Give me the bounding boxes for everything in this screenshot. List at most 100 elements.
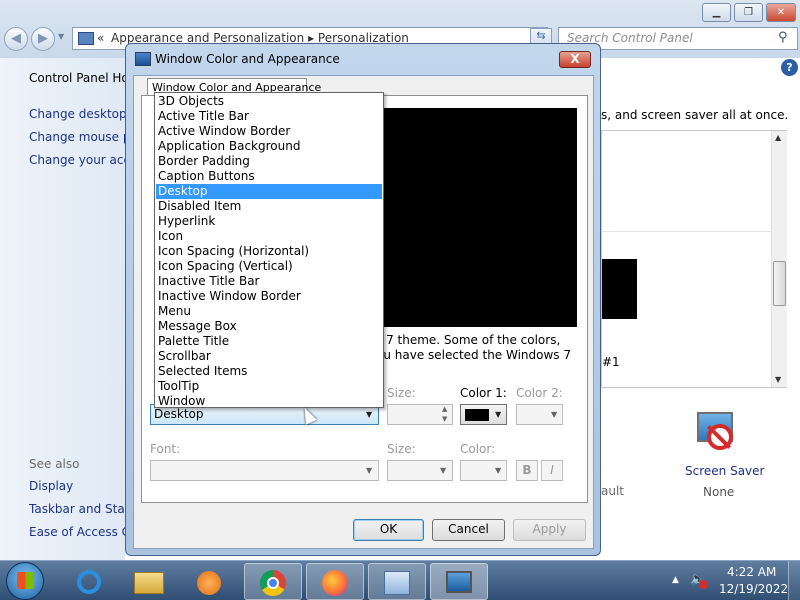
personalization-logo: [446, 571, 472, 593]
size-label: Size:: [387, 386, 416, 400]
back-button[interactable]: ◀: [4, 27, 28, 51]
change-desktop-icons-link[interactable]: Change desktop ic: [29, 107, 140, 121]
breadcrumb-overflow[interactable]: «: [97, 31, 104, 45]
scroll-down-icon[interactable]: ▼: [775, 375, 781, 384]
spinner-down-icon[interactable]: ▼: [442, 415, 447, 423]
screen-saver-icon[interactable]: [693, 410, 739, 456]
volume-muted-icon[interactable]: 🔈: [690, 572, 708, 590]
muted-badge: [699, 580, 708, 589]
color2-label: Color 2:: [516, 386, 563, 400]
item-option-palette-title[interactable]: Palette Title: [156, 334, 382, 349]
item-option-desktop[interactable]: Desktop: [156, 184, 382, 199]
taskbar: ▲ 🔈 4:22 AM 12/19/2022: [0, 560, 800, 600]
color1-label: Color 1:: [460, 386, 507, 400]
themes-scrollbar[interactable]: ▲ ▼: [771, 131, 787, 387]
item-option-inactive-window-border[interactable]: Inactive Window Border: [156, 289, 382, 304]
item-option-border-padding[interactable]: Border Padding: [156, 154, 382, 169]
spinner-up-icon[interactable]: ▲: [442, 405, 447, 413]
theme-number-label: #1: [602, 355, 620, 369]
minimize-button[interactable]: ▁: [702, 3, 731, 22]
color1-picker[interactable]: ▼: [460, 404, 507, 425]
item-option-active-window-border[interactable]: Active Window Border: [156, 124, 382, 139]
ie-logo: [77, 570, 101, 594]
item-option-inactive-title-bar[interactable]: Inactive Title Bar: [156, 274, 382, 289]
change-mouse-pointers-link[interactable]: Change mouse po: [29, 130, 138, 144]
show-hidden-icons[interactable]: ▲: [672, 575, 679, 585]
windows-logo-icon: [17, 572, 34, 589]
apply-button[interactable]: Apply: [513, 519, 586, 541]
chrome-logo: [260, 570, 286, 596]
internet-explorer-icon[interactable]: [60, 563, 118, 600]
info-text-line2: ou have selected the Windows 7: [376, 348, 572, 362]
chrome-icon[interactable]: [244, 563, 302, 600]
file-explorer-icon[interactable]: [120, 563, 178, 600]
item-option-active-title-bar[interactable]: Active Title Bar: [156, 109, 382, 124]
clock-date[interactable]: 12/19/2022: [719, 582, 788, 596]
item-option-message-box[interactable]: Message Box: [156, 319, 382, 334]
item-size-spinner[interactable]: ▲ ▼: [387, 404, 453, 425]
item-option-disabled-item[interactable]: Disabled Item: [156, 199, 382, 214]
item-option-3d-objects[interactable]: 3D Objects: [156, 94, 382, 109]
maximize-button[interactable]: ❐: [734, 3, 763, 22]
chrome-logo-center: [267, 577, 279, 589]
recent-pages-icon[interactable]: ▼: [58, 32, 64, 41]
control-panel-logo: [384, 571, 410, 595]
help-icon[interactable]: ?: [781, 59, 798, 76]
item-option-icon-spacing-horizontal[interactable]: Icon Spacing (Horizontal): [156, 244, 382, 259]
item-option-application-background[interactable]: Application Background: [156, 139, 382, 154]
item-option-selected-items[interactable]: Selected Items: [156, 364, 382, 379]
item-option-scrollbar[interactable]: Scrollbar: [156, 349, 382, 364]
item-option-caption-buttons[interactable]: Caption Buttons: [156, 169, 382, 184]
ok-button[interactable]: OK: [353, 519, 424, 541]
font-color-picker[interactable]: ▼: [460, 460, 507, 481]
scroll-up-icon[interactable]: ▲: [775, 133, 781, 142]
theme-thumbnail[interactable]: [602, 259, 637, 319]
font-size-arrow-icon: ▼: [440, 466, 447, 475]
item-option-icon-spacing-vertical[interactable]: Icon Spacing (Vertical): [156, 259, 382, 274]
dialog-icon: [135, 52, 151, 66]
see-also-heading: See also: [29, 457, 80, 471]
color2-picker[interactable]: ▼: [516, 404, 563, 425]
change-account-picture-link[interactable]: Change your acco: [29, 153, 137, 167]
item-option-window[interactable]: Window: [156, 394, 382, 409]
font-size-label: Size:: [387, 442, 416, 456]
font-label: Font:: [150, 442, 181, 456]
theme-divider: [602, 231, 772, 232]
search-icon[interactable]: ⚲: [778, 30, 788, 45]
color1-swatch: [465, 409, 489, 421]
forward-button[interactable]: ▶: [31, 27, 55, 51]
screen-saver-link[interactable]: Screen Saver: [685, 464, 764, 478]
item-option-tooltip[interactable]: ToolTip: [156, 379, 382, 394]
media-player-shape: [197, 571, 221, 595]
bold-button[interactable]: B: [516, 460, 538, 481]
screen-saver-value: None: [703, 485, 735, 499]
item-option-hyperlink[interactable]: Hyperlink: [156, 214, 382, 229]
control-panel-taskbar-icon[interactable]: [368, 563, 426, 600]
display-link[interactable]: Display: [29, 479, 73, 493]
item-select-arrow-icon: ▼: [366, 410, 373, 419]
media-player-icon[interactable]: [180, 563, 238, 600]
show-desktop-button[interactable]: [788, 561, 800, 600]
clock-time[interactable]: 4:22 AM: [727, 565, 776, 579]
sound-default-label: ault: [601, 484, 624, 498]
personalization-taskbar-icon[interactable]: [430, 563, 488, 600]
color2-arrow-icon: ▼: [551, 410, 558, 419]
font-select[interactable]: ▼: [150, 460, 379, 481]
intro-text: s, and screen saver all at once.: [601, 108, 789, 122]
firefox-icon[interactable]: [306, 563, 364, 600]
dialog-close-button[interactable]: X: [559, 51, 591, 68]
close-window-button[interactable]: ✕: [766, 3, 796, 22]
color1-arrow-icon: ▼: [495, 410, 502, 419]
item-option-menu[interactable]: Menu: [156, 304, 382, 319]
item-dropdown-list[interactable]: 3D Objects Active Title Bar Active Window …: [154, 92, 384, 408]
item-option-icon[interactable]: Icon: [156, 229, 382, 244]
control-panel-icon: [78, 32, 94, 45]
start-button[interactable]: [6, 562, 44, 600]
scroll-thumb[interactable]: [773, 261, 786, 306]
font-color-label: Color:: [460, 442, 496, 456]
font-size-select[interactable]: ▼: [387, 460, 453, 481]
italic-button[interactable]: I: [541, 460, 563, 481]
folder-shape: [134, 572, 164, 594]
dialog-title: Window Color and Appearance: [155, 52, 340, 66]
cancel-button[interactable]: Cancel: [432, 519, 505, 541]
